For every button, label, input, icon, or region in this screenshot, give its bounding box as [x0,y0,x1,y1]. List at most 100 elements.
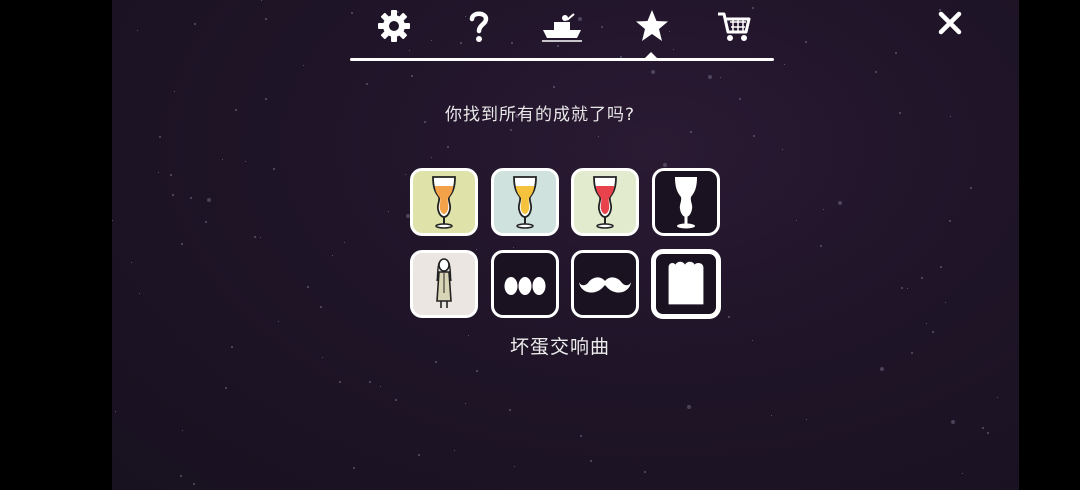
star-dot [417,453,420,456]
star-dot [950,419,955,424]
achievement-orange-drink[interactable] [410,168,478,236]
star-dot [944,302,946,304]
star-dot [672,48,674,50]
red-drink-glass-icon [593,176,617,229]
star-dot [320,306,323,309]
achievement-locked-glass[interactable] [652,168,720,236]
star-dot [158,171,160,173]
star-dot [820,245,823,248]
yellow-drink-glass-icon [513,176,537,229]
star-dot [895,52,898,55]
star-dot [996,397,998,399]
star-dot [344,242,346,244]
star-dot [411,74,413,77]
star-dot [961,473,963,475]
star-dot [136,29,138,31]
star-dot [193,23,196,26]
star-dot [369,381,372,384]
cart-icon[interactable] [716,8,752,44]
star-dot [720,77,722,79]
star-dot [879,366,884,371]
achievement-locked-bread[interactable] [651,249,721,319]
star-dot [597,136,599,138]
star-dot [552,85,555,88]
star-dot [907,287,909,289]
achievement-red-drink[interactable] [571,168,639,236]
orange-drink-glass-icon [432,176,456,229]
star-dot [805,418,807,420]
star-dot [475,248,477,250]
star-dot [366,83,369,86]
gear-icon[interactable] [376,8,412,44]
star-dot [112,219,114,221]
star-dot [901,286,904,289]
star-dot [921,277,924,280]
star-dot [514,466,516,468]
question-icon[interactable] [461,8,497,44]
star-dot [131,262,132,264]
star-dot [823,209,825,211]
star-dot [435,361,438,364]
boat-icon[interactable] [540,8,584,44]
star-dot [408,49,410,51]
woman-figure-icon [436,258,452,308]
star-dot [589,460,592,463]
star-dot [173,90,175,92]
mustache-icon [579,277,631,293]
star-dot [225,387,228,390]
close-icon[interactable] [935,8,965,38]
star-dot [278,320,280,322]
star-dot [796,220,798,222]
active-tab-indicator [644,52,658,59]
achievement-yellow-drink[interactable] [491,168,559,236]
star-dot [253,235,256,238]
star-dot [981,426,984,429]
achievement-locked-eggs[interactable] [491,250,559,318]
star-dot [644,470,647,473]
star-dot [339,381,342,384]
star-dot [752,134,755,137]
star-dot [875,71,878,74]
star-dot [690,130,693,133]
star-icon[interactable] [634,8,670,44]
star-dot [180,474,183,477]
star-dot [651,69,656,74]
nav-underline [350,58,774,61]
star-dot [245,160,247,162]
achievement-woman[interactable] [410,250,478,318]
achievements-prompt: 你找到所有的成就了吗? [444,105,636,125]
star-dot [192,483,195,486]
star-dot [388,211,390,213]
star-dot [579,434,582,437]
star-dot [663,162,668,167]
star-dot [222,158,224,160]
selected-achievement-title: 坏蛋交响曲 [509,336,610,358]
star-dot [453,450,455,452]
star-dot [264,18,267,21]
bread-loaf-icon [668,261,704,305]
star-dot [465,403,467,405]
star-dot [708,75,713,80]
star-dot [404,174,406,176]
star-dot [206,197,211,202]
star-dot [331,254,333,256]
star-dot [838,201,843,206]
star-dot [509,409,512,412]
star-dot [784,64,786,66]
star-dot [431,39,433,41]
star-dot [752,6,755,9]
star-dot [939,265,942,268]
star-dot [190,196,193,199]
star-dot [509,128,512,131]
star-dot [987,432,990,435]
achievement-locked-mustache[interactable] [571,250,639,318]
star-dot [969,186,972,189]
empty-glass-silhouette-icon [675,177,697,229]
star-dot [556,45,559,48]
star-dot [306,286,309,289]
star-dot [925,323,927,325]
star-dot [781,149,783,151]
star-dot [447,145,450,148]
three-eggs-icon [504,277,546,295]
star-dot [728,315,731,318]
